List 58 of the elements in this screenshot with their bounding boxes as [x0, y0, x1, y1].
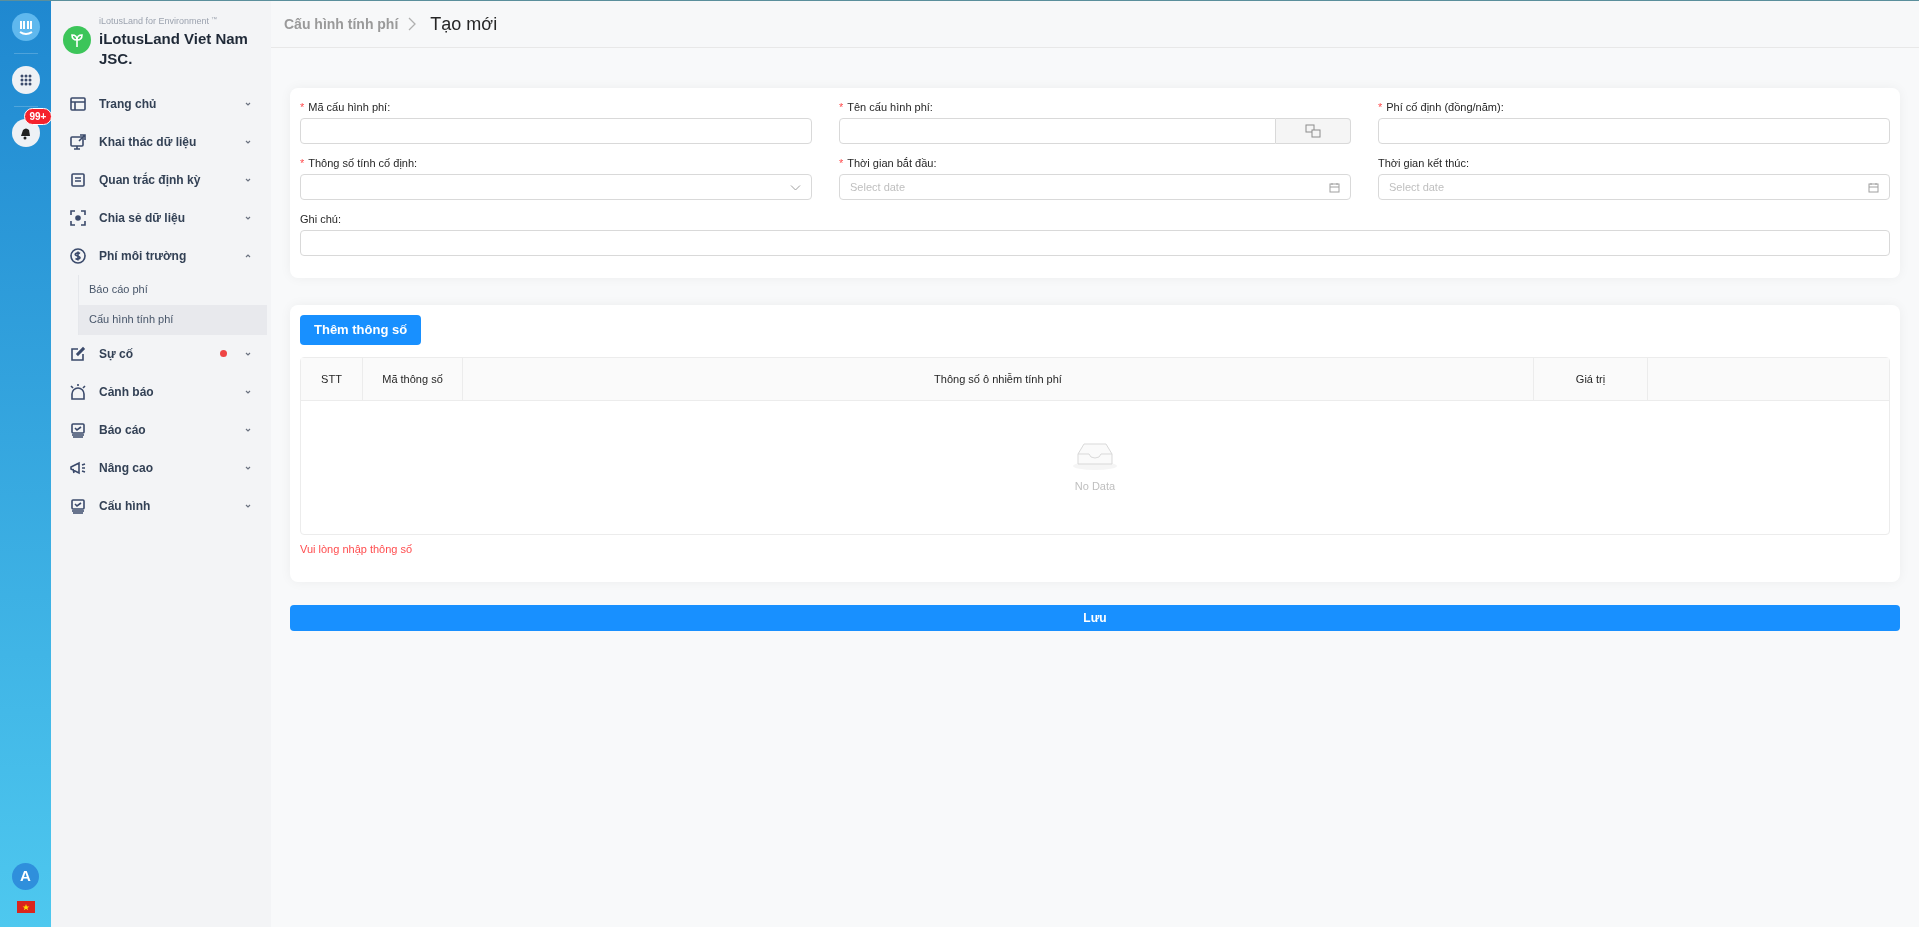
- input-field[interactable]: [839, 118, 1276, 144]
- page-title: Tạo mới: [430, 12, 498, 36]
- required-mark: *: [300, 156, 305, 170]
- error-message: Vui lòng nhập thông số: [300, 542, 413, 557]
- field-label: Tên cấu hình phí:: [847, 100, 933, 114]
- monitor-export-icon: [69, 132, 87, 151]
- alarm-icon: [69, 382, 87, 401]
- column-header: Giá trị: [1534, 358, 1648, 400]
- home-layout-icon: [69, 94, 87, 113]
- select-field[interactable]: [300, 174, 812, 200]
- field-label: Thời gian kết thúc:: [1378, 156, 1469, 170]
- translate-icon: [1305, 124, 1321, 138]
- translate-button[interactable]: [1276, 118, 1351, 144]
- flag-icon[interactable]: [16, 901, 35, 913]
- input-field[interactable]: [300, 118, 812, 144]
- field-label: Mã cấu hình phí:: [308, 100, 391, 114]
- input-field[interactable]: [1378, 118, 1890, 144]
- column-header: Mã thông số: [363, 358, 463, 400]
- focus-frame-icon: [69, 208, 87, 227]
- calendar-icon: [1329, 181, 1340, 193]
- apps-icon[interactable]: [11, 66, 40, 94]
- column-header: STT: [301, 358, 363, 400]
- calendar-icon: [1868, 181, 1879, 193]
- required-mark: *: [839, 100, 844, 114]
- field-label: Thông số tính cố định:: [308, 156, 418, 170]
- menu-item[interactable]: Nâng cao: [55, 448, 267, 487]
- field-label: Ghi chú:: [300, 212, 341, 226]
- dollar-circle-icon: [69, 246, 87, 265]
- settings-monitor-icon: [69, 496, 87, 515]
- empty-state-text: No Data: [1074, 479, 1116, 495]
- menu-item[interactable]: Phí môi trường: [55, 236, 267, 275]
- menu-item[interactable]: Khai thác dữ liệu: [55, 122, 267, 161]
- bell-icon[interactable]: [11, 119, 40, 147]
- column-header: Thông số ô nhiễm tính phí: [463, 358, 1534, 400]
- menu-item[interactable]: Báo cáo: [55, 410, 267, 449]
- menu-item[interactable]: Cấu hình: [55, 486, 267, 525]
- logo-icon[interactable]: [11, 13, 40, 41]
- organization-name: iLotusLand Viet Nam JSC.: [99, 28, 249, 69]
- submenu-item[interactable]: Cấu hình tính phí: [79, 304, 267, 335]
- notification-badge: 99+: [23, 108, 53, 125]
- menu-item[interactable]: Quan trắc định kỳ: [55, 160, 267, 199]
- required-mark: *: [300, 100, 305, 114]
- edit-icon: [69, 344, 87, 363]
- menu-item[interactable]: Trang chủ: [55, 84, 267, 123]
- submenu-item[interactable]: Báo cáo phí: [79, 274, 267, 305]
- menu-item[interactable]: Cảnh báo: [55, 372, 267, 411]
- document-icon: [69, 170, 87, 189]
- empty-inbox-icon: [1072, 440, 1118, 471]
- field-label: Thời gian bắt đầu:: [847, 156, 937, 170]
- report-monitor-icon: [69, 420, 87, 439]
- menu-item[interactable]: Sự cố: [55, 334, 267, 373]
- field-label: Phí cố định (đồng/năm):: [1386, 100, 1504, 114]
- required-mark: *: [1378, 100, 1383, 114]
- plant-logo-icon: [63, 26, 91, 54]
- input-field[interactable]: [300, 230, 1890, 256]
- required-mark: *: [839, 156, 844, 170]
- app-subtitle: iLotusLand for Environment: [99, 15, 210, 28]
- menu-item[interactable]: Chia sẻ dữ liệu: [55, 198, 267, 237]
